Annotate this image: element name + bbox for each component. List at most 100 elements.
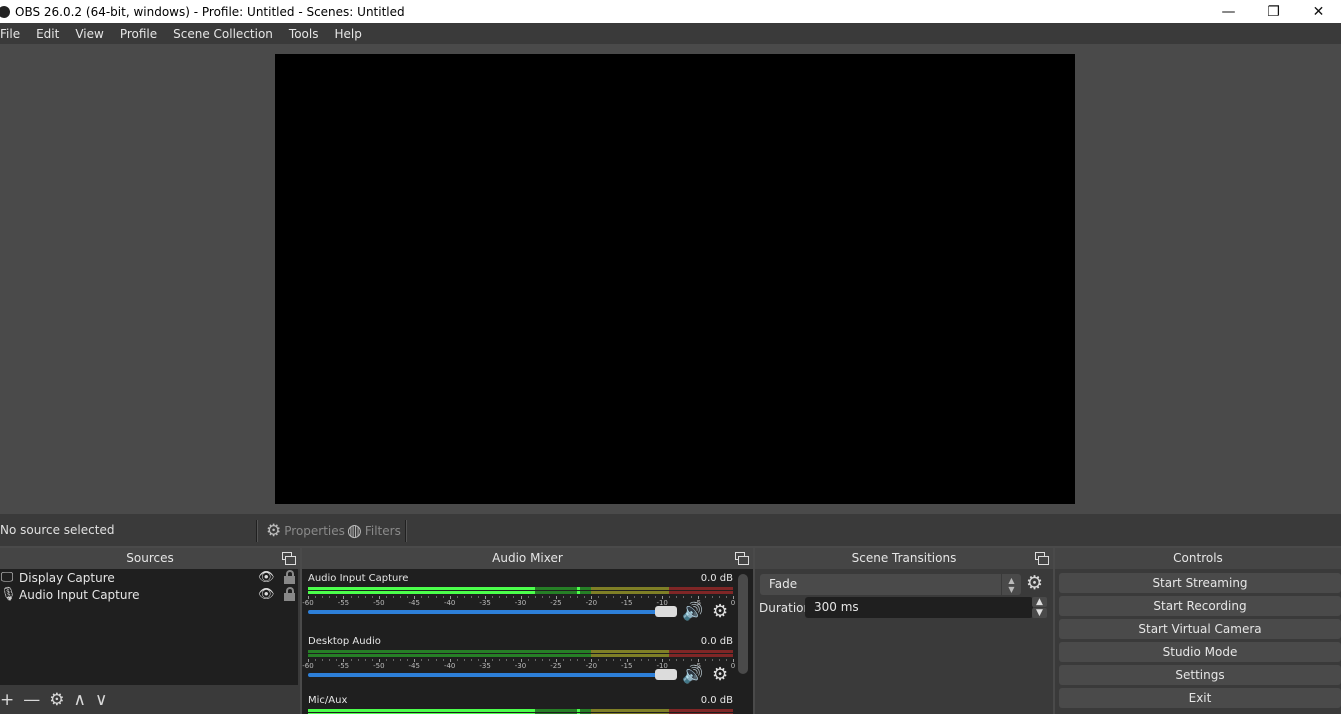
speaker-icon[interactable]: 🔊 [682, 602, 703, 622]
scale-tick-label: -35 [479, 599, 491, 607]
meter-level [308, 709, 535, 712]
scale-minor-tick [513, 596, 515, 598]
scale-minor-tick [570, 659, 572, 661]
source-item-display-capture[interactable]: 🖵 Display Capture 👁 [0, 569, 298, 586]
scale-minor-tick [527, 659, 529, 661]
eye-icon[interactable]: 👁 [258, 587, 275, 602]
scale-minor-tick [442, 596, 444, 598]
scale-tick-label: -55 [337, 599, 350, 607]
duration-input[interactable]: 300 ms [805, 597, 1033, 618]
decrement-button[interactable]: ▼ [1032, 608, 1047, 618]
scale-minor-tick [470, 659, 472, 661]
scale-minor-tick [598, 596, 600, 598]
mixer-scrollbar[interactable] [738, 574, 748, 674]
scale-tick-label: -40 [443, 662, 456, 670]
gear-icon[interactable]: ⚙ [1026, 572, 1043, 594]
add-source-button[interactable]: + [0, 690, 14, 710]
scale-minor-tick [683, 659, 685, 661]
scale-minor-tick [676, 596, 678, 598]
scale-minor-tick [400, 659, 402, 661]
remove-source-button[interactable]: — [23, 690, 40, 710]
scale-minor-tick [456, 596, 458, 598]
volume-slider-handle[interactable] [655, 606, 677, 617]
scale-minor-tick [619, 596, 621, 598]
undock-icon[interactable] [1035, 552, 1049, 565]
select-spinner-icon: ▲ ▼ [1001, 574, 1021, 595]
menu-tools[interactable]: Tools [281, 27, 327, 41]
scale-minor-tick [329, 596, 331, 598]
scale-minor-tick [357, 596, 359, 598]
volume-slider-handle[interactable] [655, 669, 677, 680]
move-down-button[interactable]: ∨ [95, 690, 107, 710]
sources-toolbar: + — ⚙ ∧ ∨ [0, 685, 298, 714]
scale-minor-tick [563, 659, 564, 661]
source-name: Audio Input Capture [19, 587, 140, 602]
scale-minor-tick [364, 659, 366, 661]
scale-minor-tick [725, 659, 727, 661]
sources-title: Sources [0, 548, 300, 569]
start-streaming-button[interactable]: Start Streaming [1059, 573, 1341, 593]
close-button[interactable]: ✕ [1296, 0, 1341, 23]
scale-minor-tick [322, 596, 324, 598]
meter-level [308, 591, 535, 594]
gear-icon: ⚙ [266, 521, 282, 541]
scale-tick-label: -20 [585, 662, 598, 670]
gear-icon[interactable]: ⚙ [712, 664, 728, 685]
scale-minor-tick [648, 596, 649, 598]
scale-minor-tick [506, 596, 508, 598]
source-name: Display Capture [19, 570, 115, 585]
unlock-icon[interactable] [283, 587, 296, 602]
meter-segment [669, 709, 733, 712]
studio-mode-button[interactable]: Studio Mode [1059, 642, 1341, 662]
title-bar: OBS 26.0.2 (64-bit, windows) - Profile: … [0, 0, 1341, 23]
menu-edit[interactable]: Edit [28, 27, 67, 41]
scale-minor-tick [718, 596, 720, 598]
start-virtual-camera-button[interactable]: Start Virtual Camera [1059, 619, 1341, 639]
window-controls: — ❐ ✕ [1206, 0, 1341, 23]
channel-level: 0.0 dB [700, 573, 733, 584]
increment-button[interactable]: ▲ [1032, 597, 1047, 607]
scale-minor-tick [350, 659, 352, 661]
scale-minor-tick [393, 596, 394, 598]
scale-tick-label: -45 [408, 599, 420, 607]
menu-scene-collection[interactable]: Scene Collection [165, 27, 281, 41]
transition-select[interactable]: Fade ▲ ▼ [760, 574, 1021, 595]
scale-minor-tick [541, 659, 543, 661]
move-up-button[interactable]: ∧ [74, 690, 86, 710]
meter-segment [591, 587, 670, 590]
sources-dock: Sources 🖵 Display Capture 👁 🎙 Audio Inpu… [0, 548, 300, 714]
audio-mixer-dock: Audio Mixer Audio Input Capture 0.0 dB -… [302, 548, 753, 714]
properties-button[interactable]: ⚙ Properties [266, 521, 345, 541]
controls-title: Controls [1055, 548, 1341, 569]
restore-button[interactable]: ❐ [1251, 0, 1296, 23]
volume-slider[interactable] [308, 610, 676, 614]
eye-icon[interactable]: 👁 [258, 570, 275, 585]
scale-minor-tick [428, 596, 430, 598]
meter-level [308, 587, 535, 590]
preview-canvas[interactable] [275, 54, 1075, 504]
undock-icon[interactable] [735, 552, 749, 565]
menu-profile[interactable]: Profile [112, 27, 165, 41]
volume-slider[interactable] [308, 673, 676, 677]
start-recording-button[interactable]: Start Recording [1059, 596, 1341, 616]
menu-view[interactable]: View [67, 27, 111, 41]
filters-button[interactable]: ◍ Filters [347, 521, 401, 541]
scale-minor-tick [513, 659, 515, 661]
speaker-icon[interactable]: 🔊 [682, 665, 703, 685]
menu-file[interactable]: File [0, 27, 28, 41]
settings-button[interactable]: Settings [1059, 665, 1341, 685]
peak-hold-marker [577, 591, 581, 594]
unlock-icon[interactable] [283, 570, 296, 585]
menu-help[interactable]: Help [326, 27, 369, 41]
source-item-audio-input-capture[interactable]: 🎙 Audio Input Capture 👁 [0, 586, 298, 603]
scale-minor-tick [612, 659, 614, 661]
source-properties-button[interactable]: ⚙ [49, 690, 64, 710]
scale-minor-tick [563, 596, 564, 598]
scale-minor-tick [534, 596, 536, 598]
undock-icon[interactable] [282, 552, 296, 565]
gear-icon[interactable]: ⚙ [712, 601, 728, 622]
scale-minor-tick [385, 659, 387, 661]
exit-button[interactable]: Exit [1059, 688, 1341, 708]
minimize-button[interactable]: — [1206, 0, 1251, 23]
scene-transitions-title: Scene Transitions [755, 548, 1053, 569]
